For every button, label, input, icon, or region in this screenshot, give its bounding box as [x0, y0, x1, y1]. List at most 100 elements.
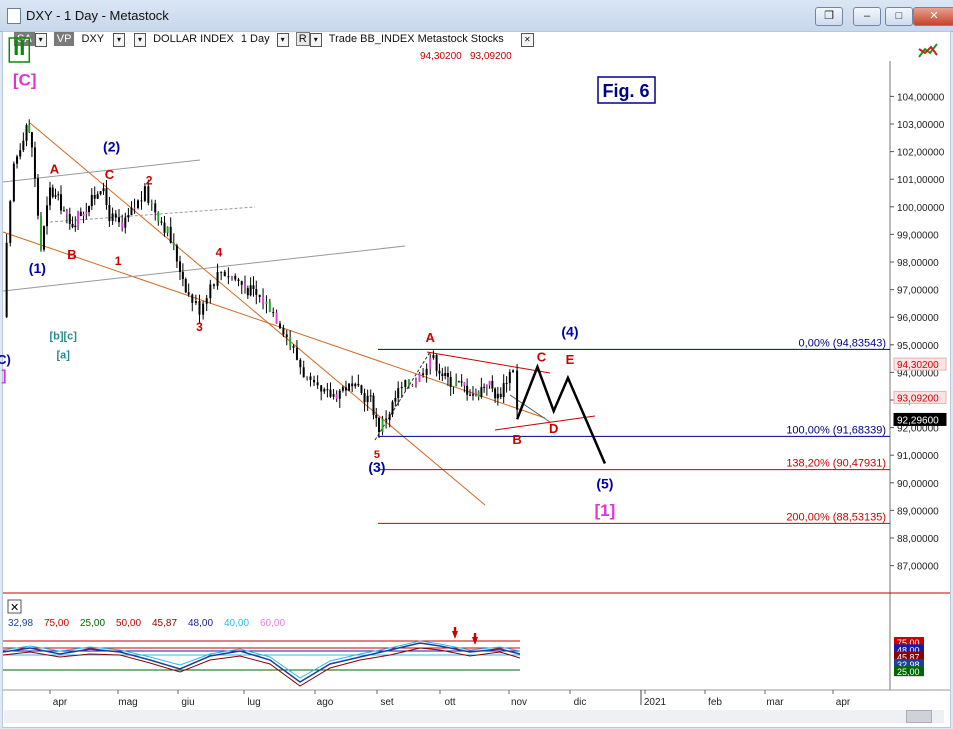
- y-tick-label: 95,00000: [897, 341, 939, 352]
- indicator-legend-value: 75,00: [44, 618, 69, 629]
- candle-body: [187, 292, 190, 295]
- close-pane-icon[interactable]: ✕: [10, 602, 19, 614]
- candle-body: [77, 211, 80, 226]
- wave-label: C: [537, 349, 547, 364]
- candle-body: [326, 389, 329, 391]
- wave-label: (4): [561, 324, 578, 340]
- candle-body: [455, 381, 458, 386]
- candle-body: [137, 200, 140, 208]
- candle-body: [234, 275, 237, 280]
- indicator-legend-value: 48,00: [188, 618, 213, 629]
- candle-body: [360, 385, 363, 393]
- candle-body: [99, 191, 102, 195]
- candle-body: [466, 385, 469, 395]
- candle-body: [477, 391, 480, 397]
- candle-body: [302, 367, 305, 378]
- candle-body: [49, 187, 51, 206]
- horizontal-scrollbar[interactable]: [4, 710, 944, 723]
- y-tick-label: 102,00000: [897, 148, 945, 159]
- y-tick-label: 90,00000: [897, 479, 939, 490]
- candle-body: [505, 382, 508, 384]
- candle-body: [512, 370, 515, 372]
- candle-body: [309, 376, 312, 380]
- y-tick-label: 101,00000: [897, 175, 945, 186]
- candle-body: [335, 394, 338, 399]
- indicator-badges: 75,0048,0045,8732,9825,00: [894, 637, 924, 677]
- candle-body: [223, 271, 226, 277]
- candle-body: [5, 242, 8, 318]
- scrollbar-thumb[interactable]: [906, 710, 932, 723]
- header-low-price: 93,09200: [470, 51, 512, 62]
- wave-label: (2): [103, 139, 120, 155]
- indicator-legend-value: 32,98: [8, 618, 33, 629]
- x-tick-label: mag: [118, 697, 137, 708]
- chart-svg: 94,30200 93,09200 Fig. 6 0,00% (94,83543…: [0, 35, 950, 708]
- candle-body: [397, 388, 400, 399]
- candle-body: [289, 337, 292, 347]
- candle-body: [140, 200, 143, 202]
- x-tick-label: ott: [444, 697, 455, 708]
- y-tick-label: 97,00000: [897, 286, 939, 297]
- candle-body: [71, 223, 74, 228]
- candle-body: [96, 194, 99, 199]
- candle-body: [42, 226, 45, 250]
- candle-body: [127, 215, 130, 218]
- candle-body: [485, 385, 488, 387]
- indicator-legend: 32,98 75,00 25,00 50,00 45,87 48,00 40,00 60,00: [8, 618, 285, 629]
- x-tick-label: lug: [247, 697, 260, 708]
- wave-label: (1): [29, 260, 46, 276]
- candle-body: [147, 186, 150, 203]
- candle-body: [157, 212, 160, 222]
- candle-body: [279, 323, 281, 329]
- indicator-pane: ✕: [2, 599, 521, 687]
- candle-body: [160, 221, 163, 223]
- candle-body: [469, 394, 472, 396]
- x-tick-label: 2021: [644, 697, 667, 708]
- candle-body: [227, 276, 230, 278]
- candle-body: [391, 401, 394, 415]
- y-tick-label: 99,00000: [897, 230, 939, 241]
- candle-body: [12, 163, 15, 202]
- candle-body: [90, 194, 93, 207]
- candle-body: [496, 393, 499, 399]
- candle-body: [299, 359, 302, 368]
- x-tick-label: set: [380, 697, 394, 708]
- price-badge-label: 93,09200: [897, 393, 939, 404]
- candle-body: [175, 245, 178, 262]
- candle-body: [150, 202, 153, 204]
- wave-label: C): [0, 352, 11, 367]
- candle-body: [332, 394, 335, 397]
- fig-label-box: Fig. 6: [597, 76, 656, 104]
- candle-body: [292, 346, 295, 348]
- candle-body: [369, 395, 372, 397]
- candle-body: [212, 284, 215, 286]
- candle-body: [313, 379, 316, 383]
- candle-body: [460, 381, 463, 383]
- candle-body: [502, 383, 505, 398]
- wave-label: D: [549, 421, 558, 436]
- candle-body: [348, 383, 351, 391]
- candle-body: [344, 387, 347, 391]
- y-tick-label: 88,00000: [897, 534, 939, 545]
- chart-settings-icon[interactable]: [915, 39, 941, 61]
- candle-body: [438, 370, 441, 374]
- fib-level-label: 138,20% (90,47931): [786, 458, 886, 470]
- candle-body: [372, 395, 375, 415]
- candle-body: [275, 312, 278, 324]
- candle-body: [457, 381, 460, 383]
- fig-label: Fig. 6: [602, 81, 649, 101]
- x-tick-label: apr: [836, 697, 851, 708]
- y-tick-label: 98,00000: [897, 258, 939, 269]
- candle-body: [265, 301, 268, 305]
- candle-body: [282, 328, 285, 335]
- candle-body: [163, 222, 166, 233]
- candle-body: [366, 395, 369, 403]
- candle-body: [166, 226, 169, 233]
- indicator-legend-value: 45,87: [152, 618, 177, 629]
- candle-body: [441, 373, 444, 377]
- candle-body: [351, 383, 354, 387]
- candle-body: [381, 418, 384, 433]
- candle-body: [400, 387, 403, 389]
- candle-body: [65, 210, 68, 214]
- candle-body: [474, 391, 477, 395]
